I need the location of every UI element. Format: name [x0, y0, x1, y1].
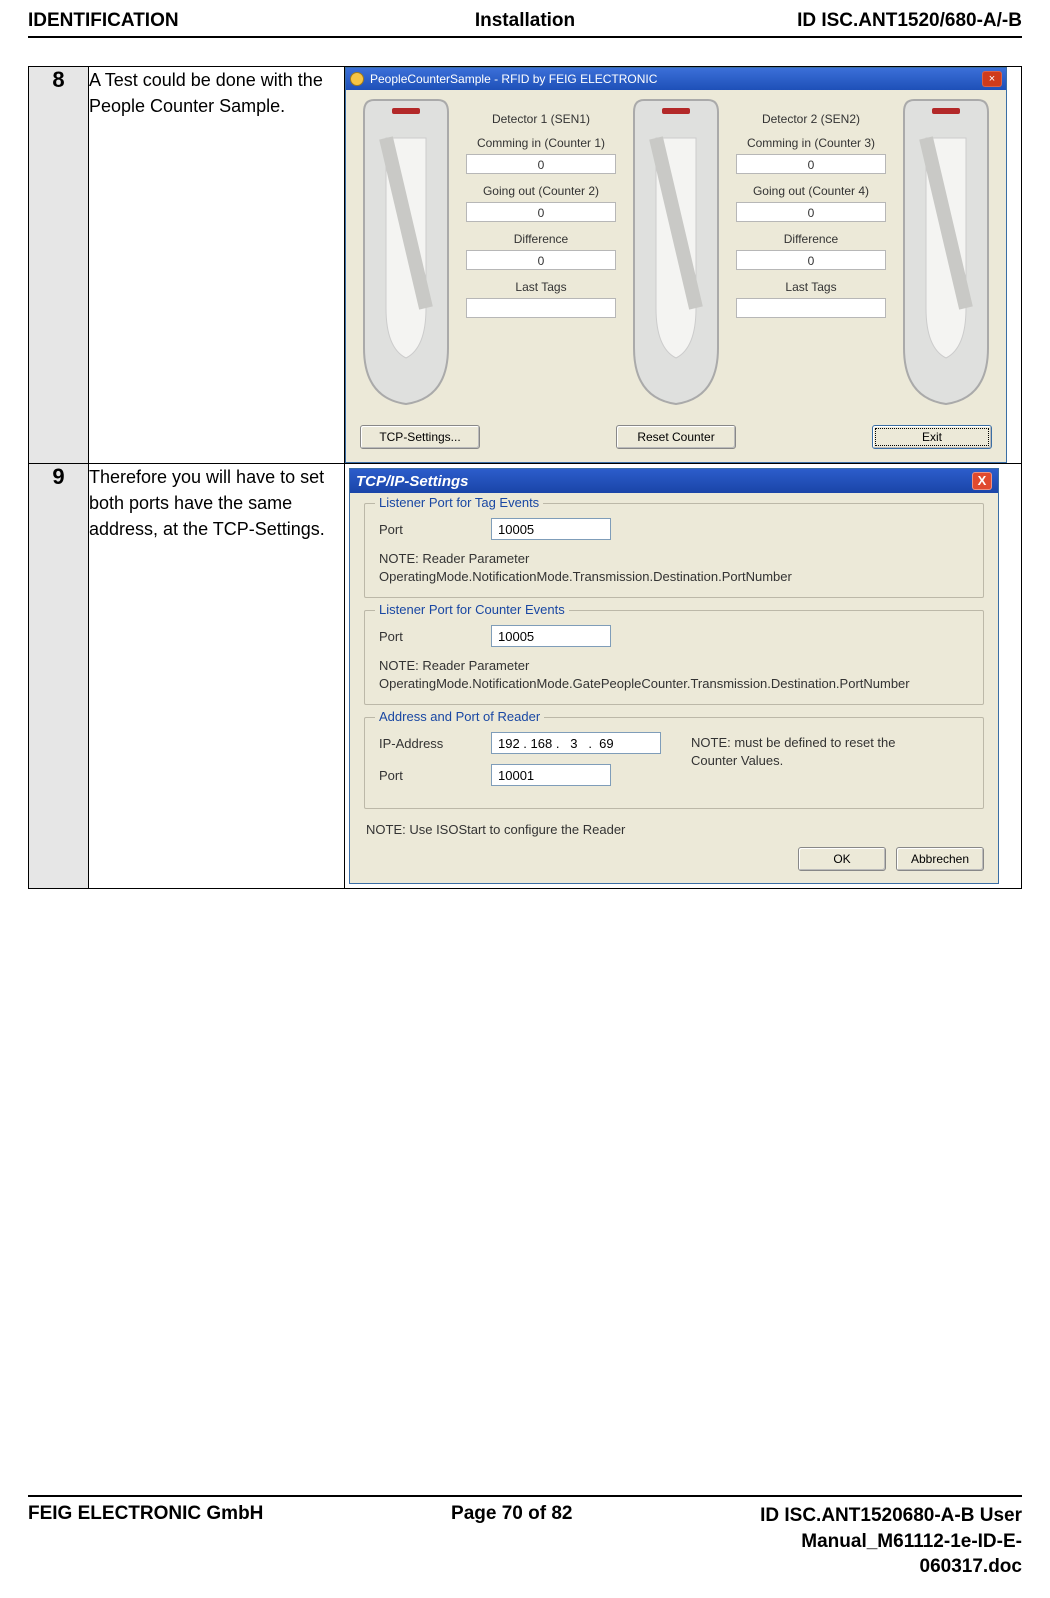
step-screenshot: TCP/IP-Settings X Listener Port for Tag … — [345, 464, 1022, 889]
difference-2-value: 0 — [736, 250, 886, 270]
detector-2-panel: Detector 2 (SEN2) Comming in (Counter 3)… — [728, 98, 894, 416]
close-icon[interactable]: × — [982, 71, 1002, 87]
ip-address-label: IP-Address — [379, 736, 471, 751]
counter-3-value: 0 — [736, 154, 886, 174]
tag-port-input[interactable] — [491, 518, 611, 540]
counter-1-value: 0 — [466, 154, 616, 174]
step-number: 8 — [29, 67, 89, 464]
close-icon[interactable]: X — [972, 472, 992, 490]
isostart-note: NOTE: Use ISOStart to configure the Read… — [366, 821, 984, 839]
step-screenshot: PeopleCounterSample - RFID by FEIG ELECT… — [345, 67, 1022, 464]
people-counter-window: PeopleCounterSample - RFID by FEIG ELECT… — [345, 67, 1007, 463]
port-label: Port — [379, 768, 471, 783]
exit-button[interactable]: Exit — [872, 425, 992, 449]
detector-1-panel: Detector 1 (SEN1) Comming in (Counter 1)… — [458, 98, 624, 416]
reader-address-group: Address and Port of Reader IP-Address Po… — [364, 717, 984, 809]
counter-port-input[interactable] — [491, 625, 611, 647]
steps-table: 8 A Test could be done with the People C… — [28, 66, 1022, 889]
group-legend: Listener Port for Tag Events — [375, 495, 543, 510]
header-right: ID ISC.ANT1520/680-A/-B — [691, 10, 1022, 32]
counter-1-label: Comming in (Counter 1) — [458, 136, 624, 150]
counter-4-value: 0 — [736, 202, 886, 222]
counter-3-label: Comming in (Counter 3) — [728, 136, 894, 150]
step-description: A Test could be done with the People Cou… — [89, 67, 345, 464]
difference-1-label: Difference — [458, 232, 624, 246]
page-header: IDENTIFICATION Installation ID ISC.ANT15… — [28, 10, 1022, 38]
gate-middle-image — [626, 98, 726, 408]
table-row: 8 A Test could be done with the People C… — [29, 67, 1022, 464]
header-center: Installation — [359, 10, 690, 32]
header-left: IDENTIFICATION — [28, 10, 359, 32]
last-tags-2-label: Last Tags — [728, 280, 894, 294]
ok-button[interactable]: OK — [798, 847, 886, 871]
port-label: Port — [379, 629, 471, 644]
cancel-button[interactable]: Abbrechen — [896, 847, 984, 871]
ip-address-input[interactable] — [491, 732, 661, 754]
counter-4-label: Going out (Counter 4) — [728, 184, 894, 198]
counter-2-label: Going out (Counter 2) — [458, 184, 624, 198]
counter-port-note: NOTE: Reader Parameter OperatingMode.Not… — [379, 657, 969, 692]
difference-1-value: 0 — [466, 250, 616, 270]
last-tags-1-label: Last Tags — [458, 280, 624, 294]
step-description: Therefore you will have to set both port… — [89, 464, 345, 889]
port-label: Port — [379, 522, 471, 537]
counter-2-value: 0 — [466, 202, 616, 222]
step-number: 9 — [29, 464, 89, 889]
dialog-title: TCP/IP-Settings — [356, 473, 469, 490]
detector-2-title: Detector 2 (SEN2) — [728, 112, 894, 126]
reset-counter-button[interactable]: Reset Counter — [616, 425, 736, 449]
footer-center: Page 70 of 82 — [451, 1503, 572, 1580]
reader-note: NOTE: must be defined to reset the Count… — [691, 732, 901, 769]
difference-2-label: Difference — [728, 232, 894, 246]
table-row: 9 Therefore you will have to set both po… — [29, 464, 1022, 889]
gate-left-image — [356, 98, 456, 408]
footer-left: FEIG ELECTRONIC GmbH — [28, 1503, 263, 1580]
page-footer: FEIG ELECTRONIC GmbH Page 70 of 82 ID IS… — [28, 1495, 1022, 1580]
reader-port-input[interactable] — [491, 764, 611, 786]
tcp-settings-button[interactable]: TCP-Settings... — [360, 425, 480, 449]
dialog-titlebar: TCP/IP-Settings X — [350, 469, 998, 493]
tcp-ip-settings-dialog: TCP/IP-Settings X Listener Port for Tag … — [349, 468, 999, 884]
group-legend: Listener Port for Counter Events — [375, 602, 569, 617]
titlebar: PeopleCounterSample - RFID by FEIG ELECT… — [346, 68, 1006, 90]
tag-events-group: Listener Port for Tag Events Port NOTE: … — [364, 503, 984, 598]
detector-1-title: Detector 1 (SEN1) — [458, 112, 624, 126]
last-tags-2-field[interactable] — [736, 298, 886, 318]
app-icon — [350, 72, 364, 86]
window-title: PeopleCounterSample - RFID by FEIG ELECT… — [370, 72, 657, 86]
gate-right-image — [896, 98, 996, 408]
footer-right: ID ISC.ANT1520680-A-B User Manual_M61112… — [760, 1503, 1022, 1580]
tag-port-note: NOTE: Reader Parameter OperatingMode.Not… — [379, 550, 969, 585]
last-tags-1-field[interactable] — [466, 298, 616, 318]
counter-events-group: Listener Port for Counter Events Port NO… — [364, 610, 984, 705]
group-legend: Address and Port of Reader — [375, 709, 544, 724]
